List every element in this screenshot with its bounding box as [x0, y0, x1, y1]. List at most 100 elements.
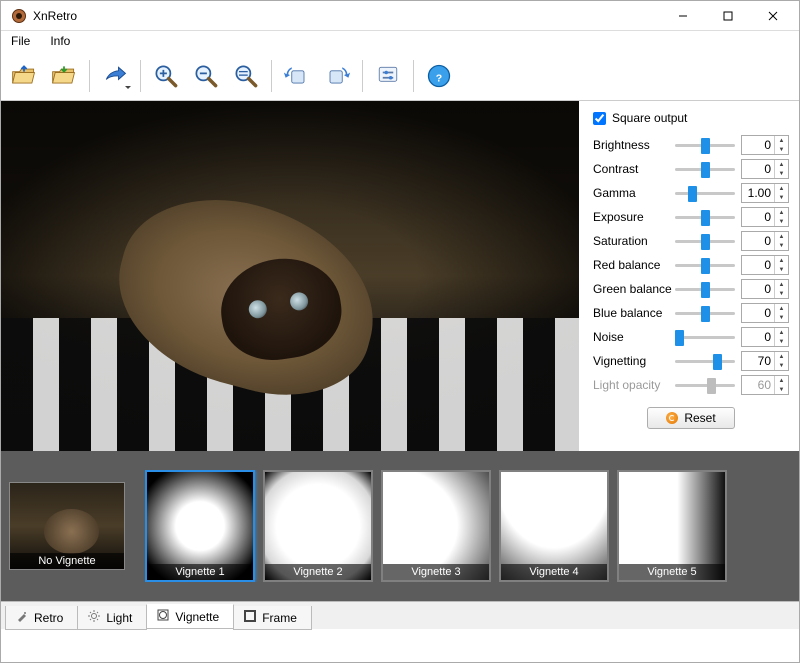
green_balance-spinner[interactable]: ▲▼: [741, 279, 789, 299]
blue_balance-value[interactable]: [742, 306, 774, 320]
green_balance-spin-down[interactable]: ▼: [775, 289, 788, 298]
zoom-out-button[interactable]: [187, 57, 225, 95]
brightness-spinner[interactable]: ▲▼: [741, 135, 789, 155]
exposure-spin-up[interactable]: ▲: [775, 208, 788, 217]
red_balance-spin-up[interactable]: ▲: [775, 256, 788, 265]
contrast-slider[interactable]: [675, 168, 735, 171]
saturation-spin-up[interactable]: ▲: [775, 232, 788, 241]
tab-frame[interactable]: Frame: [233, 606, 312, 630]
no-vignette-label: No Vignette: [10, 553, 124, 569]
contrast-spin-down[interactable]: ▼: [775, 169, 788, 178]
saturation-slider[interactable]: [675, 240, 735, 243]
sun-icon: [88, 610, 100, 625]
gamma-spin-up[interactable]: ▲: [775, 184, 788, 193]
rotate-left-button[interactable]: [278, 57, 316, 95]
tab-retro[interactable]: Retro: [5, 606, 78, 630]
rotate-right-button[interactable]: [318, 57, 356, 95]
wand-icon: [16, 610, 28, 625]
no-vignette-thumb[interactable]: No Vignette: [9, 482, 125, 570]
contrast-row: Contrast▲▼: [593, 157, 789, 181]
tab-retro-label: Retro: [34, 611, 63, 625]
watermark: LO4D.com: [697, 636, 787, 656]
gamma-value[interactable]: [742, 186, 774, 200]
saturation-spinner[interactable]: ▲▼: [741, 231, 789, 251]
green_balance-slider[interactable]: [675, 288, 735, 291]
blue_balance-spin-down[interactable]: ▼: [775, 313, 788, 322]
maximize-button[interactable]: [705, 2, 750, 30]
blue_balance-spinner[interactable]: ▲▼: [741, 303, 789, 323]
exposure-slider[interactable]: [675, 216, 735, 219]
brightness-value[interactable]: [742, 138, 774, 152]
square-output-row: Square output: [593, 111, 789, 125]
brightness-slider[interactable]: [675, 144, 735, 147]
light_opacity-spin-up: ▲: [775, 376, 788, 385]
red_balance-row: Red balance▲▼: [593, 253, 789, 277]
exposure-spinner[interactable]: ▲▼: [741, 207, 789, 227]
vignette-thumb-2[interactable]: Vignette 2: [263, 470, 373, 582]
watermark-icon: [697, 636, 717, 656]
gamma-spin-down[interactable]: ▼: [775, 193, 788, 202]
preview-image-content: [1, 101, 579, 451]
saturation-row: Saturation▲▼: [593, 229, 789, 253]
image-preview[interactable]: [1, 101, 579, 451]
settings-button[interactable]: [369, 57, 407, 95]
tab-vignette[interactable]: Vignette: [146, 604, 234, 629]
red_balance-slider[interactable]: [675, 264, 735, 267]
vignetting-value[interactable]: [742, 354, 774, 368]
zoom-fit-button[interactable]: [227, 57, 265, 95]
noise-value[interactable]: [742, 330, 774, 344]
vignetting-row: Vignetting▲▼: [593, 349, 789, 373]
vignette-thumb-4[interactable]: Vignette 4: [499, 470, 609, 582]
minimize-button[interactable]: [660, 2, 705, 30]
brightness-spin-down[interactable]: ▼: [775, 145, 788, 154]
gamma-slider[interactable]: [675, 192, 735, 195]
menu-file[interactable]: File: [5, 32, 36, 50]
red_balance-spin-down[interactable]: ▼: [775, 265, 788, 274]
vignette-strip: No Vignette Vignette 1Vignette 2Vignette…: [1, 451, 799, 601]
vignette-thumb-1[interactable]: Vignette 1: [145, 470, 255, 582]
menubar: File Info: [1, 31, 799, 51]
app-window: XnRetro File Info: [0, 0, 800, 663]
vignette-thumb-3[interactable]: Vignette 3: [381, 470, 491, 582]
square-output-checkbox[interactable]: [593, 112, 606, 125]
exposure-spin-down[interactable]: ▼: [775, 217, 788, 226]
vignetting-spin-down[interactable]: ▼: [775, 361, 788, 370]
contrast-spinner[interactable]: ▲▼: [741, 159, 789, 179]
save-button[interactable]: [45, 57, 83, 95]
zoom-in-button[interactable]: [147, 57, 185, 95]
exposure-value[interactable]: [742, 210, 774, 224]
gamma-spinner[interactable]: ▲▼: [741, 183, 789, 203]
blue_balance-slider[interactable]: [675, 312, 735, 315]
noise-spin-down[interactable]: ▼: [775, 337, 788, 346]
green_balance-spin-up[interactable]: ▲: [775, 280, 788, 289]
contrast-spin-up[interactable]: ▲: [775, 160, 788, 169]
contrast-value[interactable]: [742, 162, 774, 176]
vignetting-spin-up[interactable]: ▲: [775, 352, 788, 361]
saturation-spin-down[interactable]: ▼: [775, 241, 788, 250]
noise-spinner[interactable]: ▲▼: [741, 327, 789, 347]
red_balance-spinner[interactable]: ▲▼: [741, 255, 789, 275]
circle-icon: [157, 609, 169, 624]
menu-info[interactable]: Info: [44, 32, 76, 50]
open-button[interactable]: [5, 57, 43, 95]
saturation-value[interactable]: [742, 234, 774, 248]
blue_balance-spin-up[interactable]: ▲: [775, 304, 788, 313]
vignette-thumb-1-label: Vignette 1: [147, 564, 253, 580]
close-button[interactable]: [750, 2, 795, 30]
reset-button[interactable]: Reset: [647, 407, 734, 429]
noise-spin-up[interactable]: ▲: [775, 328, 788, 337]
vignette-thumb-5[interactable]: Vignette 5: [617, 470, 727, 582]
tab-light[interactable]: Light: [77, 606, 147, 630]
vignetting-slider[interactable]: [675, 360, 735, 363]
share-button[interactable]: [96, 57, 134, 95]
vignette-thumb-5-label: Vignette 5: [619, 564, 725, 580]
green_balance-value[interactable]: [742, 282, 774, 296]
help-button[interactable]: ?: [420, 57, 458, 95]
main-area: Square output Brightness▲▼Contrast▲▼Gamm…: [1, 101, 799, 451]
noise-slider[interactable]: [675, 336, 735, 339]
vignetting-spinner[interactable]: ▲▼: [741, 351, 789, 371]
brightness-row: Brightness▲▼: [593, 133, 789, 157]
tab-light-label: Light: [106, 611, 132, 625]
red_balance-value[interactable]: [742, 258, 774, 272]
brightness-spin-up[interactable]: ▲: [775, 136, 788, 145]
